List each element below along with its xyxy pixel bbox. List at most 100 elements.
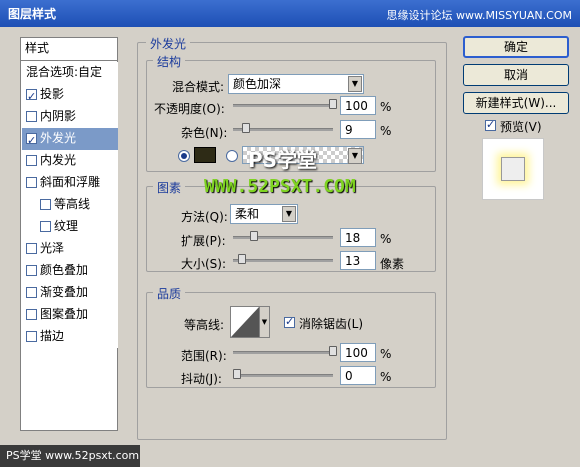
opacity-slider-thumb[interactable] <box>329 99 337 109</box>
sidebar-item-drop-shadow[interactable]: 投影 <box>22 84 118 107</box>
inner-glow-checkbox[interactable] <box>26 155 37 166</box>
size-slider-track[interactable] <box>233 259 333 262</box>
texture-checkbox[interactable] <box>40 221 51 232</box>
pattern-overlay-checkbox[interactable] <box>26 309 37 320</box>
elements-title: 图素 <box>153 179 186 196</box>
new-style-button[interactable]: 新建样式(W)... <box>463 92 569 114</box>
contour-label: 等高线: <box>184 318 225 332</box>
size-label: 大小(S): <box>181 257 227 271</box>
noise-slider-thumb[interactable] <box>241 123 250 133</box>
sidebar-item-label: 光泽 <box>40 241 65 255</box>
sidebar-item-stroke[interactable]: 描边 <box>22 326 118 348</box>
range-unit: % <box>380 347 392 361</box>
size-slider-thumb[interactable] <box>237 254 246 264</box>
opacity-label: 不透明度(O): <box>154 102 225 116</box>
preview-checkbox[interactable] <box>485 118 496 131</box>
opacity-slider-track[interactable] <box>233 104 333 107</box>
drop-shadow-checkbox[interactable] <box>26 87 37 107</box>
glow-color-swatch[interactable] <box>194 147 216 163</box>
footer-watermark: PS学堂 www.52psxt.com <box>0 445 140 467</box>
blend-options-item[interactable]: 混合选项:自定 <box>22 62 118 84</box>
sidebar-item-texture[interactable]: 纹理 <box>22 216 118 238</box>
quality-title: 品质 <box>153 285 186 302</box>
preview-thumbnail <box>501 157 525 181</box>
outer-glow-title: 外发光 <box>146 35 191 52</box>
size-unit: 像素 <box>380 257 405 271</box>
sidebar-item-label: 纹理 <box>54 219 79 233</box>
jitter-unit: % <box>380 370 392 384</box>
bevel-emboss-checkbox[interactable] <box>26 177 37 188</box>
sidebar-item-label: 内阴影 <box>40 109 77 123</box>
range-slider-thumb[interactable] <box>329 346 337 356</box>
sidebar-item-label: 描边 <box>40 329 65 343</box>
dialog-title: 图层样式 <box>8 7 57 21</box>
blend-mode-value: 颜色加深 <box>233 77 282 91</box>
noise-unit: % <box>380 124 392 138</box>
contour-picker[interactable]: ▼ <box>230 306 270 338</box>
sidebar-item-contour[interactable]: 等高线 <box>22 194 118 216</box>
range-input[interactable]: 100 <box>340 343 376 362</box>
url-watermark: WWW.52PSXT.COM <box>204 176 356 197</box>
ok-button[interactable]: 确定 <box>463 36 569 58</box>
chevron-down-icon: ▼ <box>348 148 362 164</box>
cancel-button[interactable]: 取消 <box>463 64 569 86</box>
opacity-input[interactable]: 100 <box>340 96 376 115</box>
sidebar-item-pattern-overlay[interactable]: 图案叠加 <box>22 304 118 326</box>
sidebar-item-outer-glow[interactable]: 外发光 <box>22 128 118 151</box>
solid-color-radio[interactable] <box>178 150 190 162</box>
blend-mode-label: 混合模式: <box>172 80 225 94</box>
spread-slider-thumb[interactable] <box>250 231 259 241</box>
jitter-input[interactable]: 0 <box>340 366 376 385</box>
jitter-slider-track[interactable] <box>233 374 333 377</box>
sidebar-item-satin[interactable]: 光泽 <box>22 238 118 260</box>
sidebar-item-inner-shadow[interactable]: 内阴影 <box>22 106 118 128</box>
chevron-down-icon: ▼ <box>282 206 296 222</box>
spread-input[interactable]: 18 <box>340 228 376 247</box>
top-watermark: 思缘设计论坛 www.MISSYUAN.COM <box>386 9 572 22</box>
sidebar-item-label: 内发光 <box>40 153 77 167</box>
sidebar-item-label: 等高线 <box>54 197 91 211</box>
style-preview <box>482 138 544 200</box>
satin-checkbox[interactable] <box>26 243 37 254</box>
method-value: 柔和 <box>235 207 260 221</box>
sidebar-item-gradient-overlay[interactable]: 渐变叠加 <box>22 282 118 304</box>
gradient-overlay-checkbox[interactable] <box>26 287 37 298</box>
style-list: 样式 混合选项:自定 投影 内阴影 外发光 内发光 斜面和浮雕 等高线 纹理 光… <box>20 37 118 431</box>
method-select[interactable]: 柔和 ▼ <box>230 204 298 224</box>
antialias-checkbox[interactable] <box>284 315 295 328</box>
sidebar-item-label: 投影 <box>40 87 65 101</box>
sidebar-item-bevel-emboss[interactable]: 斜面和浮雕 <box>22 172 118 194</box>
sidebar-item-inner-glow[interactable]: 内发光 <box>22 150 118 172</box>
layer-style-dialog: 图层样式 思缘设计论坛 www.MISSYUAN.COM 样式 混合选项:自定 … <box>0 0 580 467</box>
sidebar-item-label: 渐变叠加 <box>40 285 89 299</box>
contour-checkbox[interactable] <box>40 199 51 210</box>
stroke-checkbox[interactable] <box>26 331 37 342</box>
ps-watermark: PS学堂 <box>248 148 318 172</box>
outer-glow-checkbox[interactable] <box>26 131 37 151</box>
range-label: 范围(R): <box>181 349 227 363</box>
opacity-unit: % <box>380 100 392 114</box>
range-slider-track[interactable] <box>233 351 333 354</box>
blend-mode-select[interactable]: 颜色加深 ▼ <box>228 74 364 94</box>
inner-shadow-checkbox[interactable] <box>26 111 37 122</box>
spread-slider-track[interactable] <box>233 236 333 239</box>
antialias-label[interactable]: 消除锯齿(L) <box>299 315 363 332</box>
size-input[interactable]: 13 <box>340 251 376 270</box>
chevron-down-icon: ▼ <box>259 307 269 337</box>
preview-label[interactable]: 预览(V) <box>500 118 542 135</box>
sidebar-item-label: 图案叠加 <box>40 307 89 321</box>
method-label: 方法(Q): <box>181 210 228 224</box>
sidebar-item-label: 外发光 <box>40 131 77 145</box>
spread-unit: % <box>380 232 392 246</box>
color-overlay-checkbox[interactable] <box>26 265 37 276</box>
contour-icon <box>231 307 259 337</box>
spread-label: 扩展(P): <box>181 234 226 248</box>
chevron-down-icon: ▼ <box>348 76 362 92</box>
gradient-radio[interactable] <box>226 150 238 162</box>
sidebar-item-label: 斜面和浮雕 <box>40 175 101 189</box>
noise-input[interactable]: 9 <box>340 120 376 139</box>
title-bar: 图层样式 思缘设计论坛 www.MISSYUAN.COM <box>0 0 580 27</box>
style-list-header[interactable]: 样式 <box>21 38 117 61</box>
jitter-slider-thumb[interactable] <box>233 369 241 379</box>
sidebar-item-color-overlay[interactable]: 颜色叠加 <box>22 260 118 282</box>
